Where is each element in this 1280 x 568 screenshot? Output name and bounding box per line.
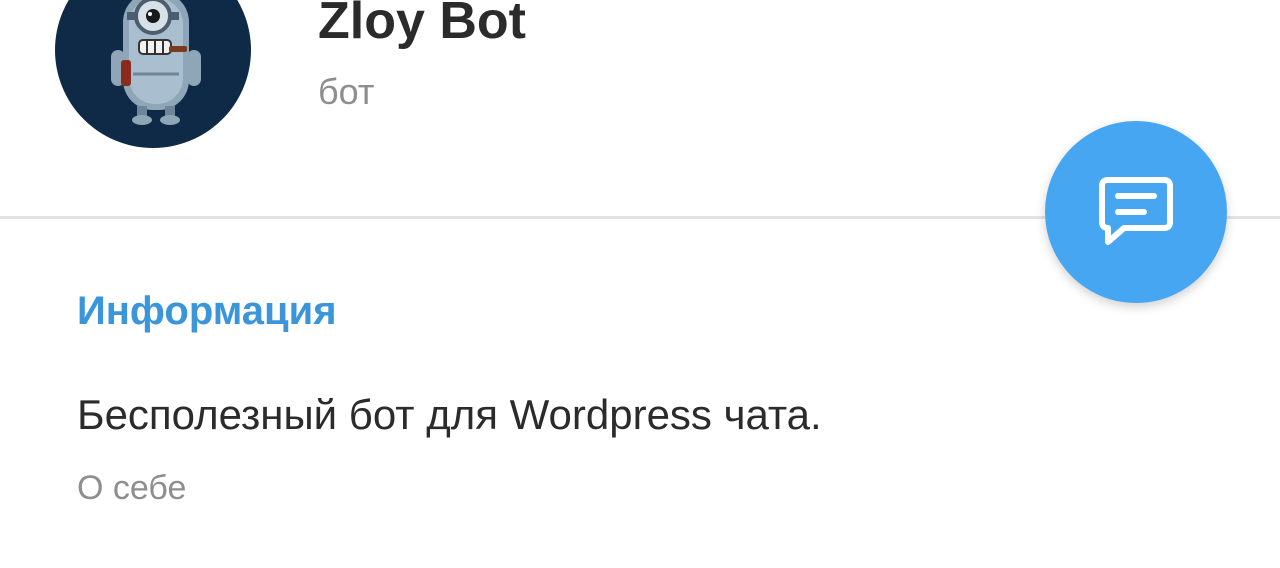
robot-avatar-icon: [111, 0, 201, 125]
info-section-title: Информация: [77, 289, 337, 333]
profile-page: Zloy Bot бот Информация Бесполезный бот …: [0, 0, 1280, 568]
about-value[interactable]: Бесполезный бот для Wordpress чата.: [77, 389, 822, 441]
send-message-button[interactable]: [1045, 121, 1227, 303]
profile-name: Zloy Bot: [318, 0, 526, 50]
avatar[interactable]: [55, 0, 251, 148]
profile-status: бот: [318, 71, 375, 112]
message-icon: [1099, 177, 1173, 245]
about-label: О себе: [77, 469, 187, 507]
